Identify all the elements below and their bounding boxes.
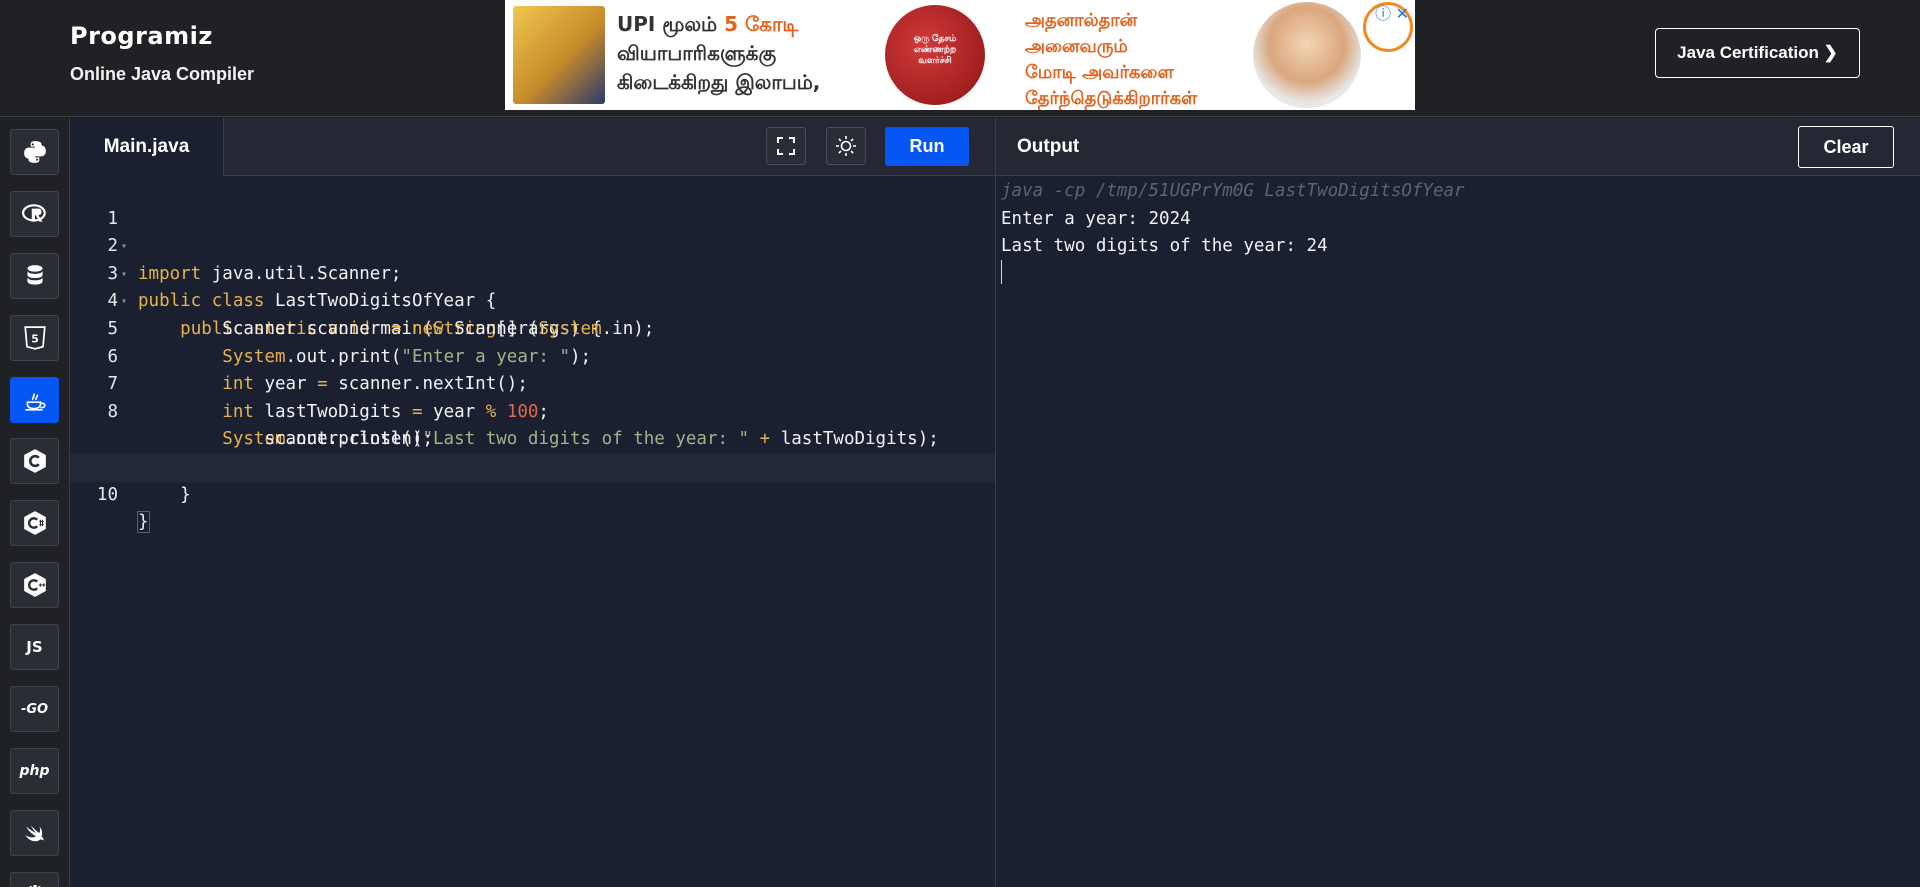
swift-bird-glyph: [24, 825, 44, 842]
advertisement-banner[interactable]: UPI மூலம் 5 கோடி வியாபாரிகளுக்கு கிடைக்க…: [505, 0, 1415, 110]
line-number: 10: [96, 484, 118, 505]
ad-right-line3: மோடி அவர்களை: [1025, 62, 1174, 83]
python-glyph: [23, 141, 46, 163]
js-icon[interactable]: JS: [10, 624, 59, 670]
editor-toolbar: Main.java Run: [70, 118, 995, 176]
code-line[interactable]: 9 }: [70, 426, 995, 505]
language-sidebar: 5 JS -GO php: [0, 118, 70, 887]
code-text: }: [137, 509, 150, 537]
js-label: JS: [26, 638, 43, 656]
sql-icon[interactable]: [10, 253, 59, 299]
ad-line2: வியாபாரிகளுக்கு: [617, 41, 777, 65]
sun-icon: [836, 136, 856, 156]
code-token: }: [137, 511, 150, 534]
code-line[interactable]: 4 Scanner scanner = new Scanner(System.i…: [70, 261, 995, 339]
output-console[interactable]: java -cp /tmp/51UGPrYm0G LastTwoDigitsOf…: [996, 176, 1920, 887]
code-line-wrapped[interactable]: scanner.close();: [70, 399, 995, 449]
csharp-icon[interactable]: [10, 500, 59, 546]
csharp-glyph: [23, 511, 46, 535]
ad-right-line4: தேர்ந்தெடுக்கிறார்கள்: [1025, 88, 1198, 109]
output-line: Enter a year: 2024: [1001, 208, 1191, 229]
ad-portrait-photo: [1253, 2, 1361, 108]
fullscreen-button[interactable]: [766, 127, 806, 165]
code-text: }: [138, 482, 191, 510]
go-label: -GO: [20, 701, 49, 717]
code-line[interactable]: 8 System.out.println("Last two digits of…: [70, 371, 995, 450]
database-glyph: [26, 265, 43, 285]
html5-glyph: 5: [23, 326, 46, 350]
code-line[interactable]: 1 ▾ import java.util.Scanner;: [70, 178, 995, 284]
programiz-logo[interactable]: Programiz: [70, 22, 254, 50]
code-line[interactable]: 2 ▾ public class LastTwoDigitsOfYear {: [70, 206, 995, 311]
python-icon[interactable]: [10, 129, 59, 175]
tab-main-java[interactable]: Main.java: [70, 118, 224, 176]
ad-line1a: UPI மூலம்: [617, 12, 725, 36]
cpp-icon[interactable]: [10, 562, 59, 608]
ad-right-text: அதனால்தான் அனைவரும் மோடி அவர்களை தேர்ந்த…: [1025, 8, 1197, 110]
swift-icon[interactable]: [10, 810, 59, 856]
c-glyph: [23, 449, 46, 473]
r-glyph: [21, 204, 46, 222]
ad-left-text: UPI மூலம் 5 கோடி வியாபாரிகளுக்கு கிடைக்க…: [617, 10, 820, 97]
ad-close-icon[interactable]: ⓘ ✕: [1375, 0, 1409, 24]
c-icon[interactable]: [10, 438, 59, 484]
ad-person-photo: [513, 6, 605, 104]
fullscreen-icon: [777, 137, 795, 155]
java-icon[interactable]: [10, 377, 59, 423]
run-button[interactable]: Run: [885, 127, 969, 166]
php-label: php: [19, 763, 50, 779]
text-cursor: [1001, 260, 1002, 284]
clear-button[interactable]: Clear: [1798, 126, 1894, 168]
code-token: }: [180, 484, 191, 505]
svg-text:5: 5: [31, 332, 39, 345]
rust-icon[interactable]: [10, 872, 59, 887]
rust-gear-glyph: [28, 884, 41, 887]
code-line[interactable]: 3 ▾ public static void main(String[] arg…: [70, 233, 995, 339]
cpp-glyph: [23, 573, 46, 597]
ad-right-line2: அனைவரும்: [1025, 36, 1128, 57]
ad-right-line1: அதனால்தான்: [1025, 10, 1138, 31]
php-icon[interactable]: php: [10, 748, 59, 794]
java-certification-button[interactable]: Java Certification ❯: [1655, 28, 1860, 78]
ad-seal-text: ஒரு தேசம் எண்ணற்ற வளர்ச்சி: [913, 33, 957, 65]
theme-toggle-button[interactable]: [826, 127, 866, 165]
java-cup-glyph: [24, 393, 46, 411]
code-line[interactable]: 6 int year = scanner.nextInt();: [70, 316, 995, 395]
output-toolbar: Output Clear: [996, 118, 1920, 176]
code-line[interactable]: 5 System.out.print("Enter a year: ");: [70, 288, 995, 367]
brand[interactable]: Programiz Online Java Compiler: [70, 22, 254, 85]
ad-seal-logo: ஒரு தேசம் எண்ணற்ற வளர்ச்சி: [885, 5, 985, 105]
output-line: Last two digits of the year: 24: [1001, 236, 1328, 257]
ad-line3: கிடைக்கிறது இலாபம்,: [617, 70, 821, 94]
go-icon[interactable]: -GO: [10, 686, 59, 732]
code-line[interactable]: 7 int lastTwoDigits = year % 100;: [70, 344, 995, 422]
output-title: Output: [1017, 136, 1080, 157]
output-command: java -cp /tmp/51UGPrYm0G LastTwoDigitsOf…: [1001, 181, 1465, 201]
code-editor[interactable]: 1 ▾ import java.util.Scanner; 2 ▾ public…: [70, 176, 995, 887]
html-icon[interactable]: 5: [10, 315, 59, 361]
top-header: Programiz Online Java Compiler UPI மூலம்…: [0, 0, 1920, 117]
ad-line1b: 5 கோடி: [724, 12, 799, 36]
code-line-active[interactable]: 10 }: [70, 454, 995, 534]
r-icon[interactable]: [10, 191, 59, 237]
page-subtitle: Online Java Compiler: [70, 64, 255, 84]
